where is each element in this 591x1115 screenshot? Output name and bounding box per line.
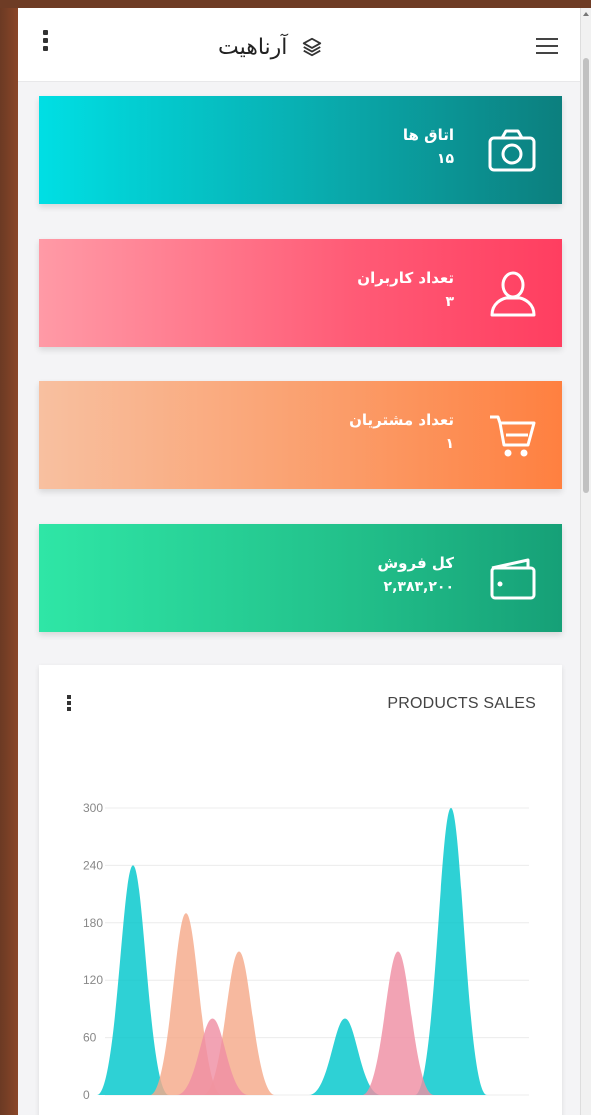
stat-value: ۱۵: [436, 151, 454, 167]
stat-text: تعداد مشتریان ۱: [349, 409, 454, 457]
hamburger-icon[interactable]: [536, 38, 558, 54]
cart-icon: [490, 415, 536, 457]
brand: آرناهیت: [218, 32, 323, 62]
window-frame-top: [0, 0, 591, 8]
area-peak[interactable]: [362, 951, 434, 1096]
stat-value: ۱: [445, 436, 454, 452]
y-tick-label: 60: [83, 1031, 97, 1045]
products-sales-chart: 0 60 120 180 240 300: [83, 801, 529, 1102]
stat-value: ۳: [445, 294, 454, 310]
stat-label: تعداد مشتریان: [349, 411, 454, 429]
stat-text: تعداد کاربران ۳: [357, 267, 454, 315]
stat-text: اتاق ها ۱۵: [403, 124, 454, 172]
stat-card-users[interactable]: تعداد کاربران ۳: [39, 239, 562, 347]
products-sales-card: PRODUCTS SALES 0 60 120 180 240 300: [39, 665, 562, 1115]
kebab-icon[interactable]: [40, 30, 50, 56]
area-peak[interactable]: [309, 1018, 381, 1095]
y-tick-label: 240: [83, 858, 103, 872]
stat-label: کل فروش: [377, 554, 454, 572]
y-tick-label: 0: [83, 1088, 90, 1102]
scrollbar[interactable]: [580, 8, 591, 1115]
stat-text: کل فروش ۲,۳۸۳,۲۰۰: [377, 552, 454, 600]
layers-icon: [303, 37, 322, 57]
wallet-icon: [490, 558, 536, 600]
y-tick-label: 120: [83, 973, 103, 987]
app-title: آرناهیت: [218, 34, 288, 60]
top-bar: آرناهیت: [18, 8, 580, 82]
stat-label: تعداد کاربران: [357, 269, 454, 287]
area-peak[interactable]: [415, 808, 487, 1095]
window-frame-left: [0, 0, 18, 1115]
chart-title: PRODUCTS SALES: [387, 695, 536, 712]
camera-icon: [488, 129, 536, 172]
stat-value: ۲,۳۸۳,۲۰۰: [383, 579, 454, 595]
chart-menu-icon[interactable]: [66, 695, 72, 715]
stat-card-customers[interactable]: تعداد مشتریان ۱: [39, 381, 562, 489]
app-viewport: آرناهیت اتاق ها ۱۵ تعداد کاربران ۳ تعداد…: [18, 8, 580, 1115]
y-tick-label: 180: [83, 916, 103, 930]
scrollbar-thumb[interactable]: [583, 58, 589, 493]
stat-label: اتاق ها: [402, 126, 454, 144]
scroll-up-arrow-icon[interactable]: [583, 12, 589, 16]
y-tick-label: 300: [83, 801, 103, 815]
stat-card-total-sales[interactable]: کل فروش ۲,۳۸۳,۲۰۰: [39, 524, 562, 632]
stat-card-rooms[interactable]: اتاق ها ۱۵: [39, 96, 562, 204]
user-icon: [490, 271, 536, 317]
